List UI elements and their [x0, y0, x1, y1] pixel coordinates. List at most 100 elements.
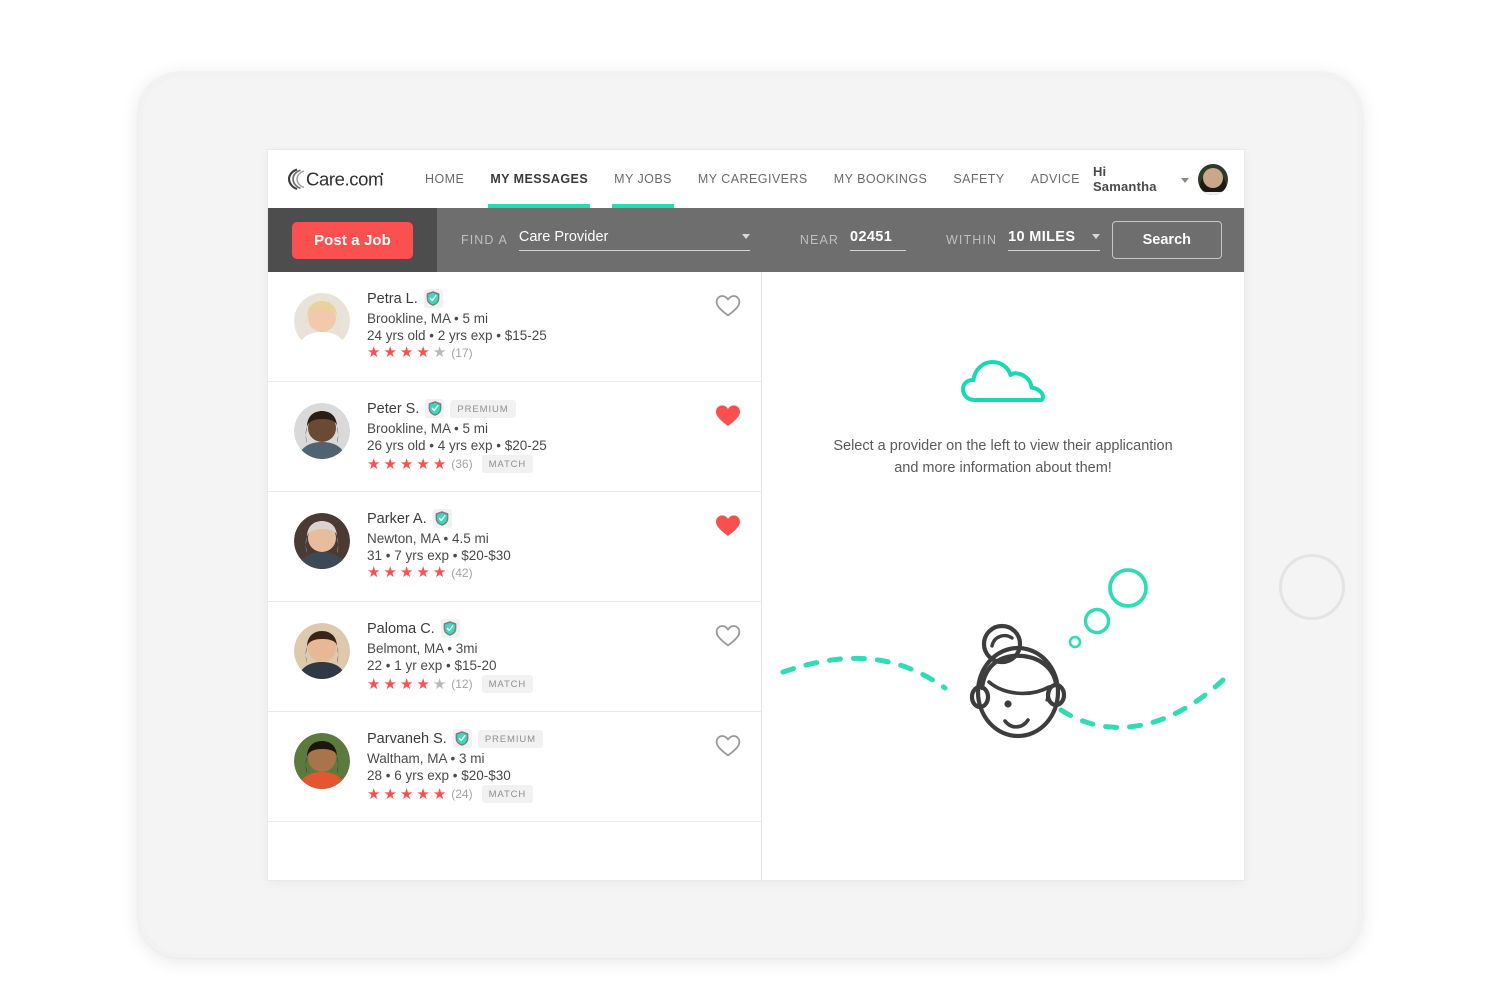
nav-user-area[interactable]: Hi Samantha	[1093, 163, 1244, 195]
provider-card[interactable]: Paloma C. Belmont, MA • 3mi 22 • 1 yr exp…	[268, 602, 761, 712]
provider-avatar	[294, 513, 350, 569]
zip-input[interactable]: 02451	[850, 229, 907, 251]
provider-details: 24 yrs old • 2 yrs exp • $15-25	[367, 328, 547, 343]
home-button[interactable]	[1279, 554, 1345, 620]
shield-verified-icon	[423, 289, 443, 308]
star-icon: ★	[432, 344, 447, 361]
provider-info: Parvaneh S. PREMIUM Waltham, MA • 3 mi 28 …	[367, 729, 715, 803]
star-icon: ★	[367, 455, 381, 473]
star-rating: ★ ★ ★ ★ ★	[367, 457, 446, 472]
shield-verified-icon	[452, 729, 472, 748]
nav-link-my-jobs[interactable]: MY JOBS	[601, 150, 685, 208]
provider-details: 22 • 1 yr exp • $15-20	[367, 658, 497, 673]
provider-avatar	[294, 403, 350, 459]
nav-links: HOME MY MESSAGES MY JOBS MY CAREGIVERS MY BO…	[412, 150, 1093, 208]
heart-filled-icon[interactable]	[715, 404, 741, 433]
provider-name-row: Parker A.	[367, 509, 715, 528]
provider-location: Brookline, MA • 5 mi	[367, 421, 489, 436]
svg-text:Care.com: Care.com	[306, 169, 383, 190]
heart-outline-icon[interactable]	[715, 624, 741, 653]
star-rating: ★ ★ ★ ★ ★	[367, 787, 446, 802]
empty-message-line-2: and more information about them!	[894, 460, 1112, 477]
review-count: (42)	[451, 565, 473, 580]
nav-link-advice[interactable]: ADVICE	[1018, 150, 1093, 208]
premium-badge: PREMIUM	[450, 399, 516, 418]
heart-outline-icon[interactable]	[715, 294, 741, 323]
star-icon: ★	[383, 785, 397, 803]
provider-name-row: Parvaneh S. PREMIUM	[367, 729, 715, 748]
provider-rating-row: ★ ★ ★ ★ ★ (24) MATCH	[367, 785, 715, 803]
search-button[interactable]: Search	[1111, 221, 1222, 259]
post-a-job-button[interactable]: Post a Job	[292, 221, 413, 259]
post-job-area: Post a Job	[268, 208, 437, 272]
near-label: NEAR	[799, 233, 840, 247]
provider-info: Paloma C. Belmont, MA • 3mi 22 • 1 yr exp…	[367, 619, 715, 693]
provider-rating-row: ★ ★ ★ ★ ★ (17)	[367, 345, 715, 360]
heart-filled-icon[interactable]	[715, 514, 741, 543]
provider-info: Parker A. Newton, MA • 4.5 mi 31 • 7 yrs …	[367, 509, 715, 580]
nav-link-my-caregivers[interactable]: MY CAREGIVERS	[685, 150, 821, 208]
heart-outline-icon[interactable]	[715, 734, 741, 763]
provider-name-row: Petra L.	[367, 289, 715, 308]
star-icon: ★	[367, 344, 381, 361]
provider-details: 26 yrs old • 4 yrs exp • $20-25	[367, 438, 547, 453]
star-icon: ★	[432, 785, 447, 803]
match-badge: MATCH	[481, 675, 534, 693]
provider-location: Belmont, MA • 3mi	[367, 641, 478, 656]
star-icon: ★	[383, 455, 397, 473]
review-count: (36)	[451, 457, 473, 471]
star-icon: ★	[416, 675, 430, 693]
star-icon: ★	[383, 675, 397, 693]
care-dot-com-logo[interactable]: Care.com	[286, 166, 384, 192]
empty-state-message: Select a provider on the left to view th…	[833, 435, 1172, 480]
search-fields: FIND A Care Provider NEAR 02451 WITHIN 1…	[437, 208, 1244, 272]
star-icon: ★	[383, 564, 397, 581]
main-content: Petra L. Brookline, MA • 5 mi 24 yrs old …	[268, 272, 1244, 880]
avatar[interactable]	[1197, 163, 1228, 195]
star-icon: ★	[416, 455, 430, 473]
shield-verified-icon	[432, 509, 452, 528]
star-icon: ★	[432, 675, 447, 693]
match-badge: MATCH	[481, 785, 534, 803]
star-icon: ★	[399, 455, 414, 473]
care-type-select[interactable]: Care Provider	[518, 229, 750, 251]
nav-link-my-messages[interactable]: MY MESSAGES	[477, 150, 601, 208]
provider-name: Petra L.	[367, 290, 418, 307]
provider-list: Petra L. Brookline, MA • 5 mi 24 yrs old …	[268, 272, 762, 880]
care-type-value: Care Provider	[518, 229, 609, 245]
provider-avatar	[294, 733, 350, 789]
provider-card[interactable]: Parvaneh S. PREMIUM Waltham, MA • 3 mi 28 …	[268, 712, 761, 822]
provider-rating-row: ★ ★ ★ ★ ★ (36) MATCH	[367, 455, 715, 473]
chevron-down-icon	[741, 233, 750, 239]
provider-card[interactable]: Parker A. Newton, MA • 4.5 mi 31 • 7 yrs …	[268, 492, 761, 602]
provider-name: Parvaneh S.	[367, 730, 447, 747]
provider-name-row: Peter S. PREMIUM	[367, 399, 715, 418]
chevron-down-icon[interactable]	[1180, 177, 1189, 183]
star-icon: ★	[399, 785, 414, 803]
provider-info: Petra L. Brookline, MA • 5 mi 24 yrs old …	[367, 289, 715, 360]
radius-select[interactable]: 10 MILES	[1008, 229, 1101, 251]
nav-link-safety[interactable]: SAFETY	[940, 150, 1017, 208]
star-rating: ★ ★ ★ ★ ★	[367, 677, 446, 692]
nav-link-my-bookings[interactable]: MY BOOKINGS	[821, 150, 941, 208]
provider-card[interactable]: Peter S. PREMIUM Brookline, MA • 5 mi 26 y…	[268, 382, 761, 492]
star-icon: ★	[416, 785, 430, 803]
chevron-down-icon	[1092, 233, 1101, 239]
provider-card[interactable]: Petra L. Brookline, MA • 5 mi 24 yrs old …	[268, 272, 761, 382]
provider-info: Peter S. PREMIUM Brookline, MA • 5 mi 26 y…	[367, 399, 715, 473]
star-icon: ★	[432, 455, 447, 473]
provider-location: Brookline, MA • 5 mi	[367, 311, 489, 326]
list-filler	[268, 822, 761, 880]
provider-avatar	[294, 293, 350, 349]
star-icon: ★	[399, 564, 414, 581]
nav-link-home[interactable]: HOME	[412, 150, 477, 208]
star-icon: ★	[399, 675, 414, 693]
provider-details: 31 • 7 yrs exp • $20-$30	[367, 548, 511, 563]
zip-value: 02451	[850, 229, 893, 245]
premium-badge: PREMIUM	[477, 729, 543, 748]
star-icon: ★	[367, 785, 381, 803]
provider-avatar	[294, 623, 350, 679]
review-count: (12)	[451, 677, 473, 691]
star-rating: ★ ★ ★ ★ ★	[367, 345, 446, 360]
page-root: Care.com HOME MY MESSAGES MY JOBS MY CAREGI…	[0, 0, 1500, 1000]
